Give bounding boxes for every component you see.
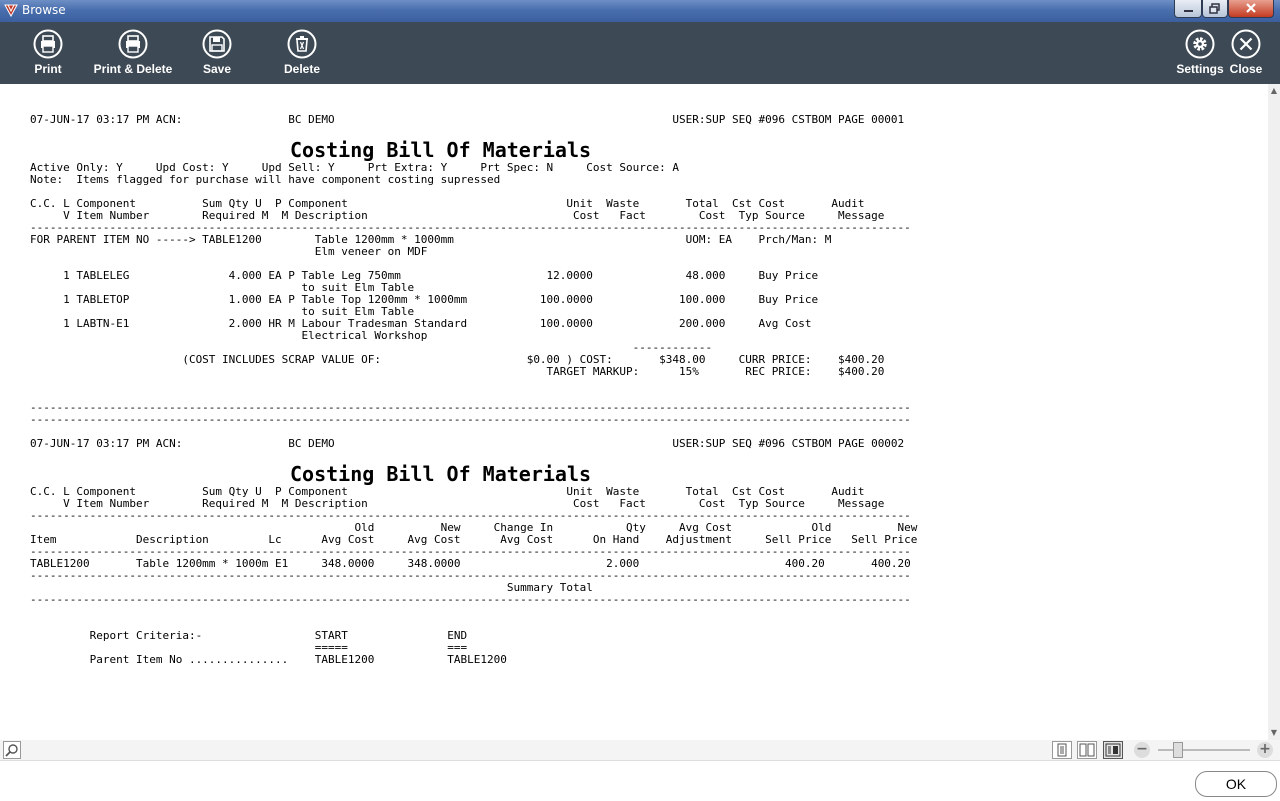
- gear-icon: [1185, 29, 1215, 59]
- report-preview: 07-JUN-17 03:17 PM ACN: BC DEMO USER:SUP…: [0, 84, 1268, 740]
- close-icon: [1231, 29, 1261, 59]
- single-page-icon: [1057, 743, 1067, 757]
- window-title: Browse: [22, 3, 66, 17]
- title-bar: Browse: [0, 0, 1280, 22]
- save-label: Save: [202, 62, 232, 76]
- scroll-up-icon[interactable]: ▲: [1268, 84, 1280, 98]
- settings-button[interactable]: Settings: [1174, 22, 1226, 84]
- delete-button[interactable]: Delete: [272, 22, 332, 84]
- printer-icon: [33, 29, 63, 59]
- page-width-icon: [1105, 743, 1121, 757]
- zoom-in-icon[interactable]: +: [1257, 742, 1273, 758]
- app-logo-icon: [4, 4, 18, 17]
- printer-icon: [118, 29, 148, 59]
- restore-icon: [1209, 3, 1220, 14]
- restore-button[interactable]: [1202, 0, 1228, 18]
- vertical-scrollbar[interactable]: ▲ ▼: [1268, 84, 1280, 740]
- minimize-icon: [1184, 10, 1193, 12]
- zoom-out-icon[interactable]: −: [1134, 742, 1150, 758]
- page1-column-headers: C.C. L Component Sum Qty U P Component U…: [30, 197, 911, 234]
- window-close-button[interactable]: [1228, 0, 1274, 18]
- scroll-down-icon[interactable]: ▼: [1268, 726, 1280, 740]
- close-label: Close: [1229, 62, 1263, 76]
- print-label: Print: [34, 62, 62, 76]
- ok-button[interactable]: OK: [1195, 771, 1277, 797]
- trash-icon: [287, 29, 317, 59]
- page1-body: FOR PARENT ITEM NO -----> TABLE1200 Tabl…: [30, 233, 911, 426]
- zoom-slider-track[interactable]: [1158, 749, 1250, 751]
- page2-column-headers: C.C. L Component Sum Qty U P Component U…: [30, 485, 911, 522]
- close-button[interactable]: Close: [1226, 22, 1266, 84]
- preview-status-bar: − +: [0, 740, 1280, 760]
- delete-label: Delete: [283, 62, 321, 76]
- page1-options: Active Only: Y Upd Cost: Y Upd Sell: Y P…: [30, 161, 680, 186]
- report-title-page2: Costing Bill Of Materials: [290, 462, 592, 486]
- floppy-disk-icon: [202, 29, 232, 59]
- page2-header: 07-JUN-17 03:17 PM ACN: BC DEMO USER:SUP…: [30, 437, 905, 450]
- single-page-view-button[interactable]: [1052, 741, 1072, 759]
- toolbar: Print Print & Delete Save Delete Setting…: [0, 22, 1280, 84]
- search-button[interactable]: [3, 741, 21, 759]
- settings-label: Settings: [1176, 62, 1224, 76]
- page2-body: Old New Change In Qty Avg Cost Old New I…: [30, 521, 918, 666]
- magnifier-icon: [5, 744, 18, 757]
- dialog-footer: OK: [0, 760, 1280, 801]
- close-icon: [1246, 3, 1256, 13]
- save-button[interactable]: Save: [192, 22, 242, 84]
- minimize-button[interactable]: [1174, 0, 1202, 18]
- print-delete-label: Print & Delete: [93, 62, 173, 76]
- page-width-view-button[interactable]: [1103, 741, 1123, 759]
- report-text: 07-JUN-17 03:17 PM ACN: BC DEMO USER:SUP…: [30, 114, 917, 666]
- zoom-slider-thumb[interactable]: [1173, 742, 1183, 758]
- two-page-icon: [1079, 743, 1095, 757]
- print-delete-button[interactable]: Print & Delete: [88, 22, 178, 84]
- print-button[interactable]: Print: [18, 22, 78, 84]
- page1-header: 07-JUN-17 03:17 PM ACN: BC DEMO USER:SUP…: [30, 113, 905, 126]
- two-page-view-button[interactable]: [1077, 741, 1097, 759]
- report-title: Costing Bill Of Materials: [290, 138, 592, 162]
